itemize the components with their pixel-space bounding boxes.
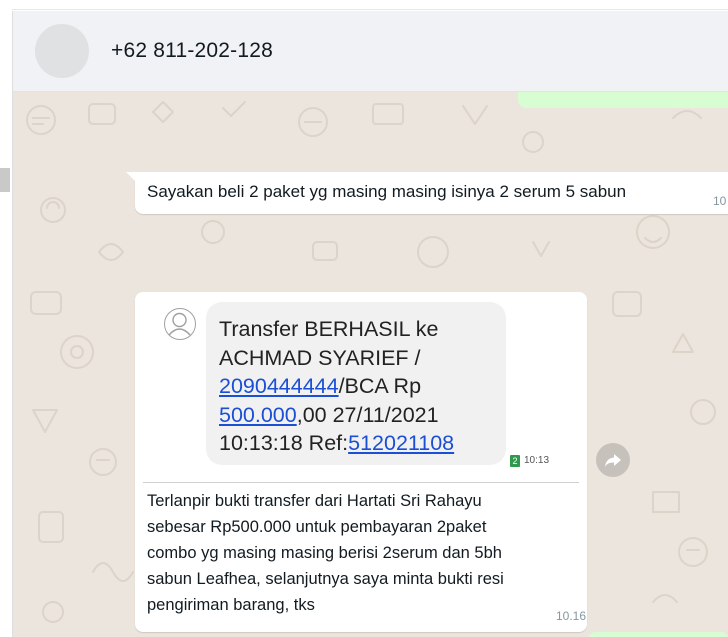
message-time: 10: [713, 194, 727, 208]
amount-suffix: ,00 27/11/2021: [296, 402, 439, 427]
person-icon: [164, 308, 196, 340]
sim-badge: 2: [510, 455, 520, 467]
caption-line: sabun Leafhea, selanjutnya saya minta bu…: [147, 570, 504, 588]
caption-line: pengiriman barang, tks: [147, 596, 315, 614]
message-caption: Terlanpir bukti transfer dari Hartati Sr…: [147, 488, 577, 618]
account-suffix: /BCA Rp: [338, 374, 422, 398]
sms-time: 10:13: [524, 455, 550, 466]
scroll-marker: [0, 168, 10, 192]
ref-link[interactable]: 512021108: [348, 431, 454, 455]
sms-line: 2090444444/BCA Rp: [219, 372, 509, 401]
contact-name[interactable]: +62 811-202-128: [111, 39, 273, 63]
outgoing-message-bubble[interactable]: [518, 92, 728, 108]
incoming-image-message[interactable]: Transfer BERHASIL ke ACHMAD SYARIEF / 20…: [135, 292, 587, 632]
bubble-tail: [126, 172, 136, 182]
forward-icon: [605, 454, 621, 467]
sms-line: 500.000,00 27/11/2021: [219, 401, 509, 430]
chat-header[interactable]: +62 811-202-128: [12, 11, 728, 92]
sms-screenshot-attachment[interactable]: Transfer BERHASIL ke ACHMAD SYARIEF / 20…: [143, 298, 579, 483]
caption-line: combo yg masing masing berisi 2serum dan…: [147, 544, 502, 562]
sms-text: Transfer BERHASIL ke ACHMAD SYARIEF / 20…: [219, 315, 509, 458]
sms-line: ACHMAD SYARIEF /: [219, 345, 421, 370]
time-prefix: 10:13:18 Ref:: [219, 431, 349, 455]
sms-line: Transfer BERHASIL ke: [219, 317, 439, 341]
left-panel-edge: [0, 0, 12, 637]
account-number-link[interactable]: 2090444444: [219, 374, 339, 398]
contact-avatar[interactable]: [35, 24, 89, 78]
message-time: 10.16: [556, 609, 587, 623]
outgoing-message-bubble[interactable]: [588, 632, 728, 637]
sms-bubble: Transfer BERHASIL ke ACHMAD SYARIEF / 20…: [206, 302, 506, 465]
sms-line: 10:13:18 Ref:512021108: [219, 429, 509, 458]
incoming-message[interactable]: Sayakan beli 2 paket yg masing masing is…: [126, 172, 728, 214]
caption-line: sebesar Rp500.000 untuk pembayaran 2pake…: [147, 518, 487, 536]
caption-line: Terlanpir bukti transfer dari Hartati Sr…: [147, 492, 482, 510]
forward-button[interactable]: [596, 443, 630, 477]
amount-link[interactable]: 500.000: [219, 403, 297, 427]
chat-panel: Sayakan beli 2 paket yg masing masing is…: [12, 92, 728, 637]
message-text: Sayakan beli 2 paket yg masing masing is…: [147, 182, 627, 201]
window-top-edge: [0, 0, 728, 10]
